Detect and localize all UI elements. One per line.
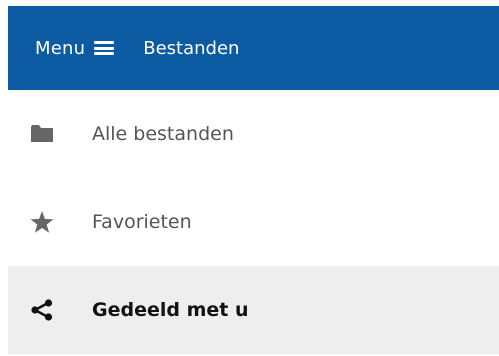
hamburger-icon xyxy=(94,41,115,55)
menu-item-label: Favorieten xyxy=(92,211,192,233)
folder-icon xyxy=(30,125,54,143)
menu-item-all-files[interactable]: Alle bestanden xyxy=(8,90,499,178)
app-title-link[interactable]: Bestanden xyxy=(143,38,239,59)
menu-item-label: Gedeeld met u xyxy=(92,299,249,321)
menu-item-shared-with-you[interactable]: Gedeeld met u xyxy=(8,266,499,354)
navigation-menu: Alle bestanden Favorieten Gedeeld met u xyxy=(8,90,499,354)
star-icon xyxy=(30,210,54,234)
share-icon xyxy=(30,299,54,321)
menu-item-favorites[interactable]: Favorieten xyxy=(8,178,499,266)
menu-button[interactable]: Menu xyxy=(35,37,115,59)
menu-item-label: Alle bestanden xyxy=(92,123,234,145)
menu-label: Menu xyxy=(35,37,86,59)
top-bar: Menu Bestanden xyxy=(8,6,499,90)
